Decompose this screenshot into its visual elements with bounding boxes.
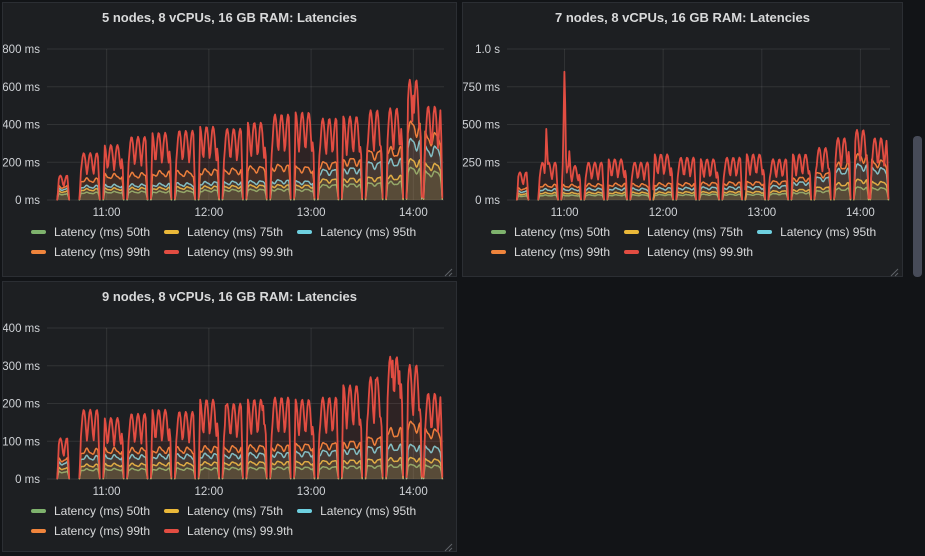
x-tick-label: 12:00: [194, 207, 223, 219]
panel-title[interactable]: 9 nodes, 8 vCPUs, 16 GB RAM: Latencies: [3, 289, 456, 304]
panel-title[interactable]: 7 nodes, 8 vCPUs, 16 GB RAM: Latencies: [463, 10, 902, 25]
legend-item-p99[interactable]: Latency (ms) 99th: [31, 245, 150, 259]
legend-item-p999[interactable]: Latency (ms) 99.9th: [624, 245, 753, 259]
y-tick-label: 600 ms: [3, 82, 40, 94]
legend: Latency (ms) 50th Latency (ms) 75th Latenc…: [31, 504, 444, 538]
legend-label: Latency (ms) 50th: [54, 225, 150, 239]
y-tick-label: 1.0 s: [475, 44, 500, 56]
resize-corner-icon: [443, 267, 453, 277]
legend-label: Latency (ms) 99.9th: [187, 245, 293, 259]
resize-corner-icon: [889, 267, 899, 277]
legend-color-swatch: [31, 250, 46, 254]
x-tick-label: 14:00: [399, 207, 428, 219]
legend-item-p95[interactable]: Latency (ms) 95th: [297, 225, 416, 239]
legend-item-p99[interactable]: Latency (ms) 99th: [491, 245, 610, 259]
y-tick-label: 200 ms: [3, 157, 40, 169]
x-tick-label: 14:00: [399, 486, 428, 498]
x-tick-label: 13:00: [297, 207, 326, 219]
legend-color-swatch: [164, 509, 179, 513]
y-tick-label: 250 ms: [463, 157, 500, 169]
y-tick-label: 100 ms: [3, 436, 40, 448]
legend-color-swatch: [624, 230, 639, 234]
legend-color-swatch: [757, 230, 772, 234]
y-tick-label: 400 ms: [3, 120, 40, 132]
x-tick-label: 11:00: [551, 207, 579, 219]
legend-color-swatch: [297, 509, 312, 513]
legend-label: Latency (ms) 99th: [54, 245, 150, 259]
panel-title[interactable]: 5 nodes, 8 vCPUs, 16 GB RAM: Latencies: [3, 10, 456, 25]
legend-label: Latency (ms) 95th: [320, 504, 416, 518]
legend-item-p50[interactable]: Latency (ms) 50th: [491, 225, 610, 239]
panel-resize-handle[interactable]: [889, 264, 899, 274]
x-tick-label: 13:00: [747, 207, 776, 219]
latency-chart-7-nodes: 0 ms 250 ms 500 ms 750 ms 1.0 s 11:00 12:00 13:…: [463, 29, 902, 221]
legend-label: Latency (ms) 99th: [54, 524, 150, 538]
legend-color-swatch: [491, 230, 506, 234]
x-tick-label: 11:00: [93, 207, 121, 219]
legend-label: Latency (ms) 99.9th: [187, 524, 293, 538]
legend-item-p75[interactable]: Latency (ms) 75th: [164, 504, 283, 518]
legend-label: Latency (ms) 75th: [647, 225, 743, 239]
legend-item-p75[interactable]: Latency (ms) 75th: [164, 225, 283, 239]
legend-label: Latency (ms) 95th: [320, 225, 416, 239]
legend-color-swatch: [297, 230, 312, 234]
panel-5-nodes-latencies: 5 nodes, 8 vCPUs, 16 GB RAM: Latencies 0…: [2, 2, 457, 277]
legend-label: Latency (ms) 75th: [187, 504, 283, 518]
legend-color-swatch: [164, 250, 179, 254]
y-tick-label: 0 ms: [15, 474, 40, 486]
latency-chart-5-nodes: 0 ms 200 ms 400 ms 600 ms 800 ms 11:00 12:00 13…: [3, 29, 456, 221]
panel-9-nodes-latencies: 9 nodes, 8 vCPUs, 16 GB RAM: Latencies 0…: [2, 281, 457, 552]
legend-item-p99[interactable]: Latency (ms) 99th: [31, 524, 150, 538]
y-tick-label: 400 ms: [3, 323, 40, 335]
y-tick-label: 800 ms: [3, 44, 40, 56]
x-tick-label: 13:00: [297, 486, 326, 498]
legend-color-swatch: [31, 509, 46, 513]
grafana-dashboard: 5 nodes, 8 vCPUs, 16 GB RAM: Latencies 0…: [0, 0, 925, 556]
y-tick-label: 300 ms: [3, 361, 40, 373]
legend-label: Latency (ms) 50th: [54, 504, 150, 518]
legend-item-p999[interactable]: Latency (ms) 99.9th: [164, 524, 293, 538]
legend-label: Latency (ms) 95th: [780, 225, 876, 239]
y-tick-label: 500 ms: [463, 120, 500, 132]
legend-label: Latency (ms) 50th: [514, 225, 610, 239]
legend-color-swatch: [164, 230, 179, 234]
legend-item-p999[interactable]: Latency (ms) 99.9th: [164, 245, 293, 259]
x-tick-label: 14:00: [846, 207, 875, 219]
legend-color-swatch: [31, 529, 46, 533]
legend-label: Latency (ms) 75th: [187, 225, 283, 239]
scrollbar-thumb[interactable]: [913, 136, 922, 277]
legend-item-p50[interactable]: Latency (ms) 50th: [31, 504, 150, 518]
legend-color-swatch: [164, 529, 179, 533]
legend-color-swatch: [624, 250, 639, 254]
legend-label: Latency (ms) 99.9th: [647, 245, 753, 259]
x-tick-label: 12:00: [649, 207, 678, 219]
resize-corner-icon: [443, 542, 453, 552]
latency-chart-9-nodes: 0 ms 100 ms 200 ms 300 ms 400 ms 11:00 12:00 13…: [3, 308, 456, 500]
legend-item-p50[interactable]: Latency (ms) 50th: [31, 225, 150, 239]
legend-item-p95[interactable]: Latency (ms) 95th: [297, 504, 416, 518]
y-tick-label: 750 ms: [463, 82, 500, 94]
panel-resize-handle[interactable]: [443, 539, 453, 549]
legend-item-p95[interactable]: Latency (ms) 95th: [757, 225, 876, 239]
legend: Latency (ms) 50th Latency (ms) 75th Latenc…: [31, 225, 444, 259]
y-tick-label: 0 ms: [15, 195, 40, 207]
x-tick-label: 12:00: [194, 486, 223, 498]
legend-color-swatch: [31, 230, 46, 234]
legend: Latency (ms) 50th Latency (ms) 75th Latenc…: [491, 225, 890, 259]
legend-label: Latency (ms) 99th: [514, 245, 610, 259]
legend-item-p75[interactable]: Latency (ms) 75th: [624, 225, 743, 239]
y-tick-label: 0 ms: [475, 195, 500, 207]
panel-resize-handle[interactable]: [443, 264, 453, 274]
y-tick-label: 200 ms: [3, 399, 40, 411]
legend-color-swatch: [491, 250, 506, 254]
x-tick-label: 11:00: [93, 486, 121, 498]
panel-7-nodes-latencies: 7 nodes, 8 vCPUs, 16 GB RAM: Latencies 0…: [462, 2, 903, 277]
